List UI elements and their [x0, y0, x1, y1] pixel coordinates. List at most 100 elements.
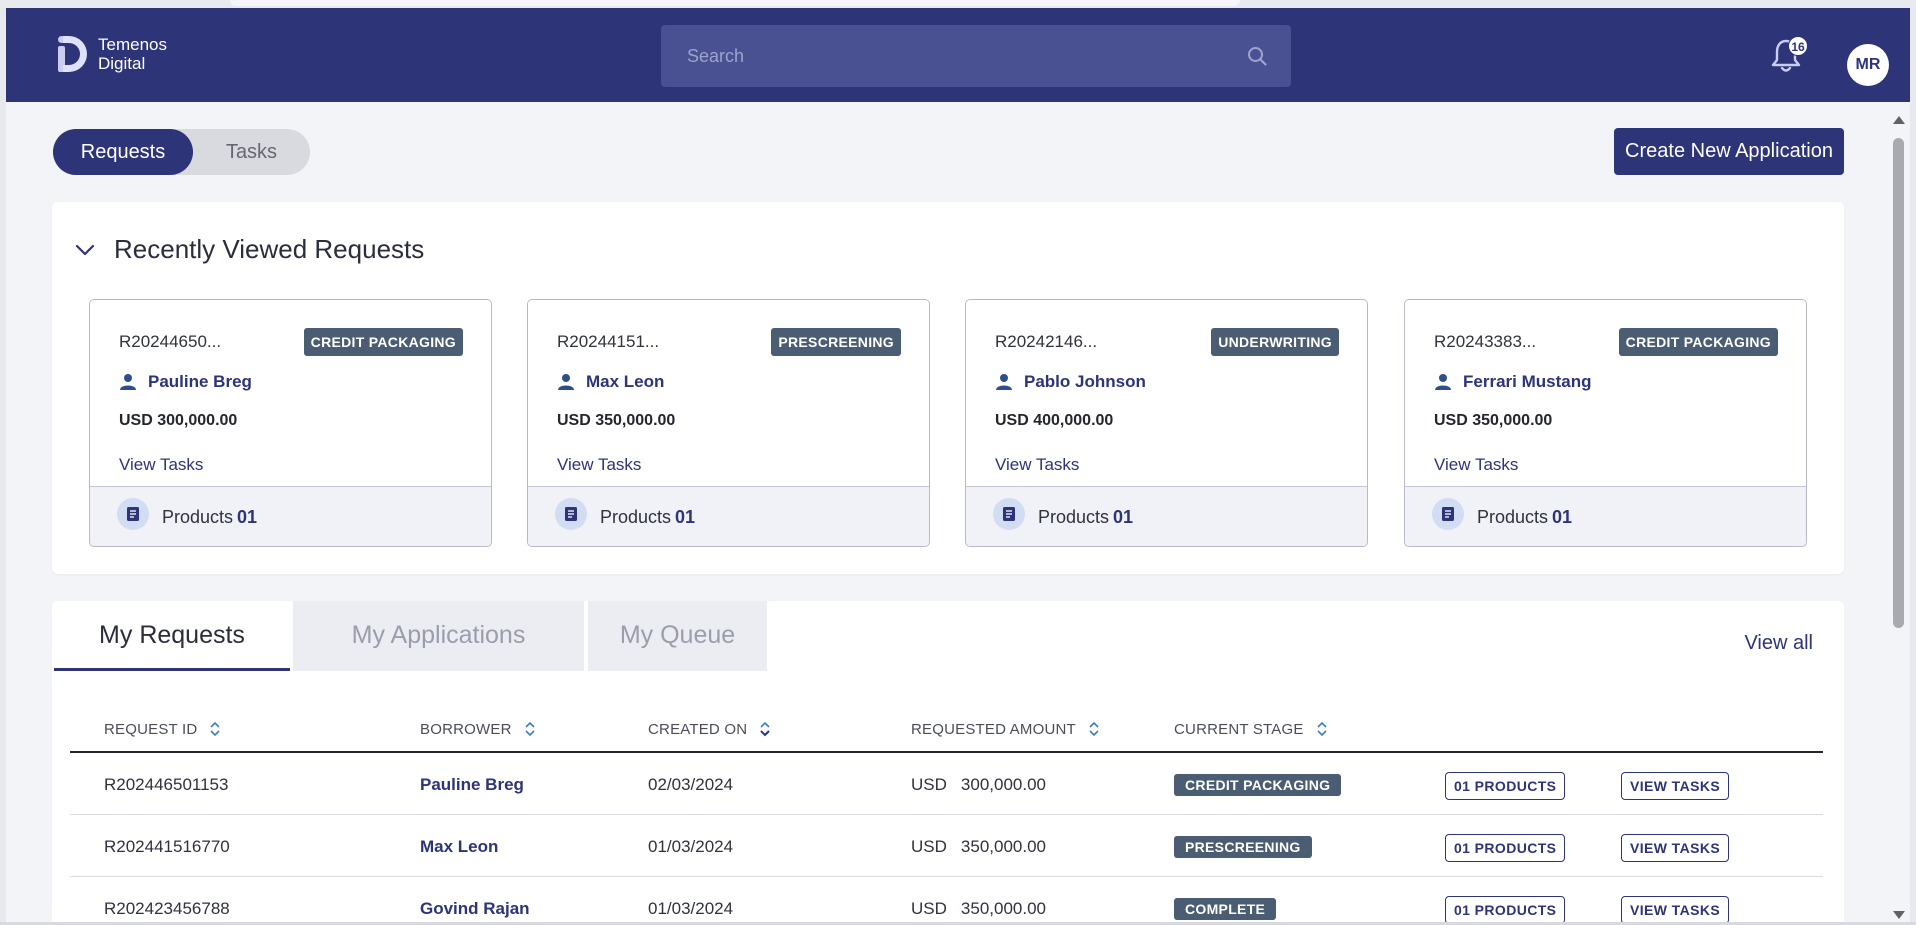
search-input[interactable] [661, 25, 1291, 87]
create-new-application-button[interactable]: Create New Application [1614, 128, 1844, 175]
toggle-tasks[interactable]: Tasks [193, 129, 310, 175]
temenos-logo[interactable]: Temenos Digital [54, 34, 167, 74]
tab-my-queue[interactable]: My Queue [588, 601, 767, 671]
products-text: Products [600, 507, 672, 527]
user-avatar[interactable]: MR [1847, 44, 1889, 86]
scroll-down-arrow-icon[interactable] [1893, 911, 1905, 919]
card-view-tasks-link[interactable]: View Tasks [1434, 455, 1518, 475]
cell-borrower-link[interactable]: Max Leon [420, 837, 498, 857]
request-card[interactable]: R20242146... UNDERWRITING Pablo Johnson … [965, 299, 1368, 547]
person-icon [996, 374, 1012, 390]
request-card[interactable]: R20243383... CREDIT PACKAGING Ferrari Mu… [1404, 299, 1807, 547]
products-count: 01 [675, 507, 696, 527]
card-request-id: R20243383... [1434, 332, 1537, 351]
search-box [661, 25, 1291, 87]
cell-amount: USD 300,000.00 [911, 775, 1046, 795]
column-header-borrower[interactable]: BORROWER [420, 720, 536, 738]
cell-products: 01 PRODUCTS [1445, 896, 1566, 924]
tab-my-requests[interactable]: My Requests [54, 601, 290, 671]
cell-products: 01 PRODUCTS [1445, 834, 1566, 862]
person-icon [1435, 374, 1451, 390]
scroll-up-arrow-icon[interactable] [1893, 116, 1905, 124]
card-request-id: R20244650... [119, 332, 222, 351]
cell-created-on: 01/03/2024 [648, 837, 734, 856]
notifications-bell[interactable]: 16 [1770, 36, 1808, 74]
table-row[interactable]: R202446501153 Pauline Breg 02/03/2024 US… [70, 753, 1823, 815]
card-products-label: Products 01 [600, 507, 695, 528]
page-scrollbar[interactable] [1888, 102, 1910, 925]
card-borrower[interactable]: Max Leon [557, 372, 664, 392]
column-header-request-id[interactable]: REQUEST ID [104, 720, 221, 738]
search-icon[interactable] [1247, 46, 1267, 66]
cell-request-id: R202446501153 [104, 775, 229, 794]
sort-icon[interactable] [209, 720, 221, 738]
chevron-down-icon[interactable] [74, 239, 96, 261]
request-card[interactable]: R20244151... PRESCREENING Max Leon USD 3… [527, 299, 930, 547]
cell-borrower-link[interactable]: Pauline Breg [420, 775, 524, 795]
sort-icon[interactable] [1316, 720, 1328, 738]
products-count: 01 [237, 507, 258, 527]
card-borrower[interactable]: Ferrari Mustang [1434, 372, 1591, 392]
document-icon [555, 498, 587, 530]
products-button[interactable]: 01 PRODUCTS [1445, 896, 1566, 924]
cell-amount: USD 350,000.00 [911, 837, 1046, 857]
cell-borrower-link[interactable]: Govind Rajan [420, 899, 530, 919]
tab-my-applications[interactable]: My Applications [293, 601, 584, 671]
recently-viewed-header[interactable]: Recently Viewed Requests [74, 234, 424, 265]
request-card[interactable]: R20244650... CREDIT PACKAGING Pauline Br… [89, 299, 492, 547]
cell-amount-value: 350,000.00 [960, 899, 1046, 918]
sort-icon[interactable] [759, 720, 771, 738]
column-header-current-stage[interactable]: CURRENT STAGE [1174, 720, 1328, 738]
cell-created-on: 02/03/2024 [648, 775, 734, 794]
card-view-tasks-link[interactable]: View Tasks [557, 455, 641, 475]
stage-badge: PRESCREENING [1174, 836, 1312, 858]
products-text: Products [1477, 507, 1549, 527]
card-products-label: Products 01 [162, 507, 257, 528]
main-content: Requests Tasks Create New Application Re… [6, 102, 1888, 925]
column-header-created-on[interactable]: CREATED ON [648, 720, 771, 738]
card-stage-badge: CREDIT PACKAGING [1618, 328, 1778, 356]
card-borrower-name: Pablo Johnson [1024, 372, 1146, 391]
card-stage-badge: PRESCREENING [771, 328, 901, 356]
table-header: REQUEST ID BORROWER CREATED ON REQUESTED… [70, 701, 1823, 753]
card-stage-badge: UNDERWRITING [1211, 328, 1339, 356]
column-header-requested-amount[interactable]: REQUESTED AMOUNT [911, 720, 1100, 738]
products-button[interactable]: 01 PRODUCTS [1445, 834, 1566, 862]
card-view-tasks-link[interactable]: View Tasks [119, 455, 203, 475]
toggle-requests[interactable]: Requests [53, 129, 193, 175]
column-label: REQUEST ID [104, 720, 198, 738]
cell-stage: COMPLETE [1174, 898, 1277, 920]
stage-badge: COMPLETE [1174, 898, 1277, 920]
app-header: Temenos Digital 16 MR [6, 8, 1910, 102]
requests-tasks-toggle: Requests Tasks [53, 129, 310, 175]
cell-currency: USD [911, 837, 947, 856]
cell-currency: USD [911, 775, 947, 794]
sort-icon[interactable] [1088, 720, 1100, 738]
column-label: CURRENT STAGE [1174, 720, 1304, 738]
table-row[interactable]: R202423456788 Govind Rajan 01/03/2024 US… [70, 877, 1823, 925]
scrollbar-thumb[interactable] [1893, 138, 1904, 628]
sort-icon[interactable] [524, 720, 536, 738]
table-row[interactable]: R202441516770 Max Leon 01/03/2024 USD 350… [70, 815, 1823, 877]
column-label: REQUESTED AMOUNT [911, 720, 1076, 738]
cell-stage: PRESCREENING [1174, 836, 1312, 858]
view-tasks-button[interactable]: VIEW TASKS [1621, 772, 1730, 800]
browser-tab-shade [230, 0, 1240, 6]
logo-mark-icon [54, 34, 90, 74]
logo-text: Temenos Digital [98, 35, 167, 73]
recently-viewed-title: Recently Viewed Requests [114, 234, 425, 264]
products-count: 01 [1552, 507, 1573, 527]
products-text: Products [162, 507, 234, 527]
card-borrower-name: Ferrari Mustang [1463, 372, 1592, 391]
cell-currency: USD [911, 899, 947, 918]
view-all-link[interactable]: View all [1744, 632, 1813, 655]
notification-count-badge: 16 [1788, 36, 1808, 56]
card-borrower[interactable]: Pablo Johnson [995, 372, 1146, 392]
view-tasks-button[interactable]: VIEW TASKS [1621, 834, 1730, 862]
person-icon [120, 374, 136, 390]
card-borrower[interactable]: Pauline Breg [119, 372, 252, 392]
view-tasks-button[interactable]: VIEW TASKS [1621, 896, 1730, 924]
card-view-tasks-link[interactable]: View Tasks [995, 455, 1079, 475]
requests-list-panel: My Requests My Applications My Queue Vie… [52, 601, 1844, 925]
products-button[interactable]: 01 PRODUCTS [1445, 772, 1566, 800]
